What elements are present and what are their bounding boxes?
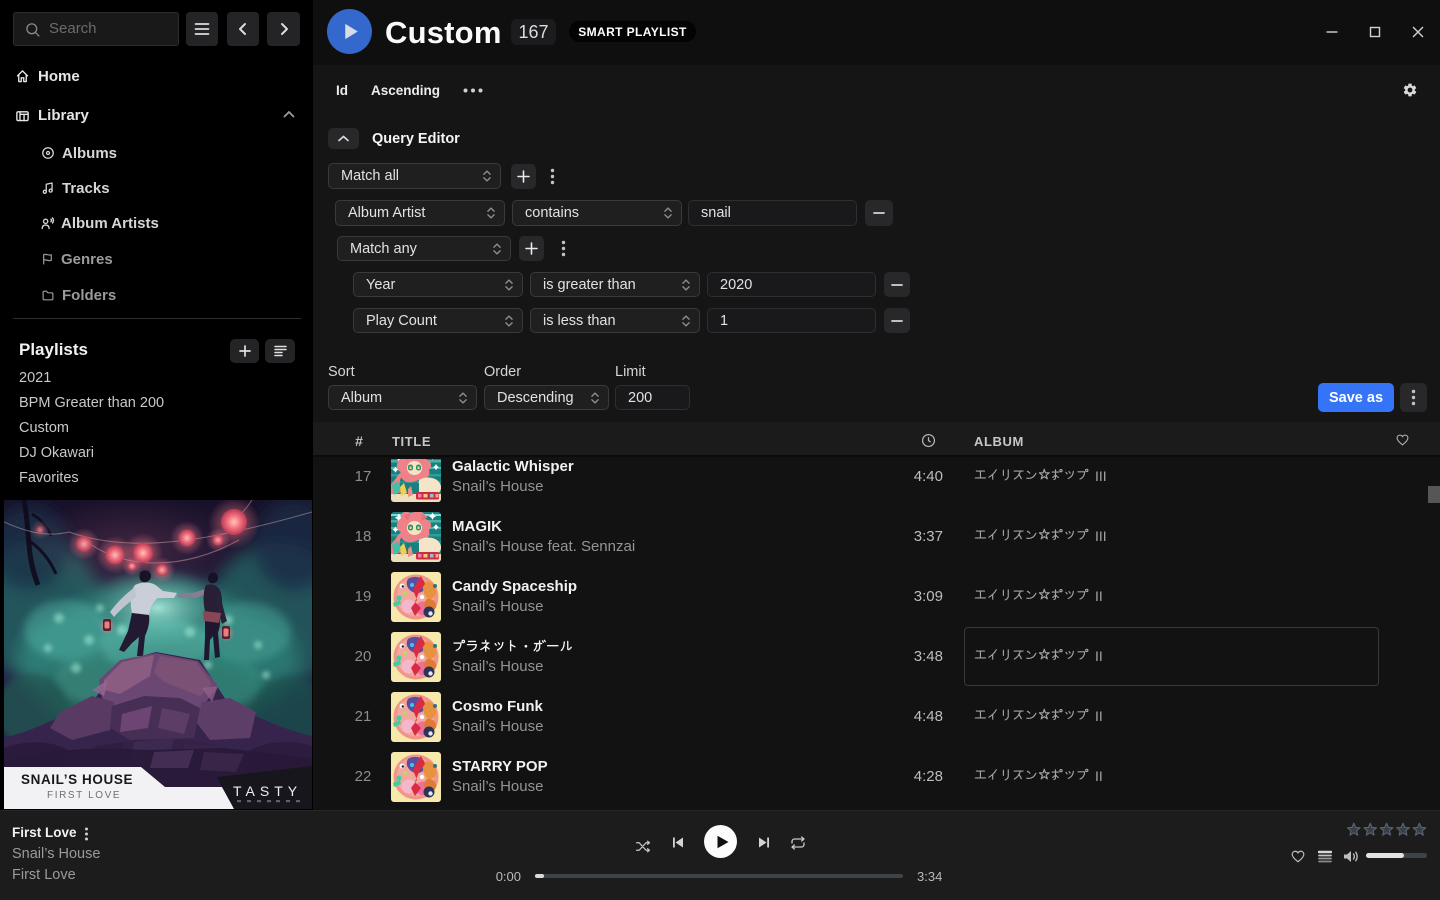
svg-text:TASTY: TASTY xyxy=(233,783,302,799)
svg-text:FIRST LOVE: FIRST LOVE xyxy=(47,790,121,801)
svg-text:SNAIL’S HOUSE: SNAIL’S HOUSE xyxy=(21,772,133,787)
